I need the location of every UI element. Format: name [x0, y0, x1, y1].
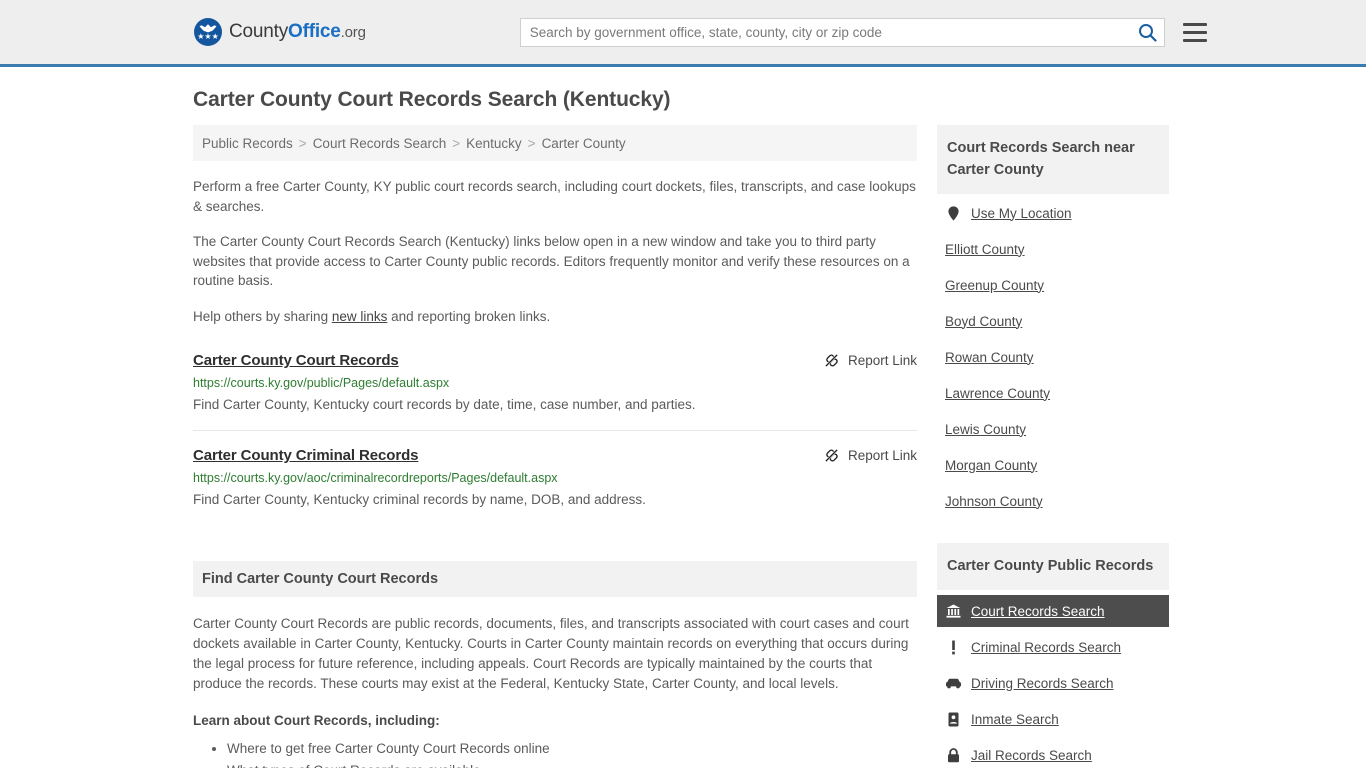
new-links-link[interactable]: new links [332, 309, 388, 324]
share-text-after: and reporting broken links. [387, 308, 551, 324]
sidebar-item-elliott-county[interactable]: Elliott County [937, 234, 1169, 264]
sidebar-item-label: Inmate Search [971, 711, 1059, 727]
sidebar-item-greenup-county[interactable]: Greenup County [937, 270, 1169, 300]
sidebar-item-morgan-county[interactable]: Morgan County [937, 450, 1169, 480]
sidebar-item-label: Greenup County [945, 277, 1045, 293]
broken-link-icon [824, 448, 839, 463]
record-link-url: https://courts.ky.gov/aoc/criminalrecord… [193, 471, 558, 485]
sidebar-item-use-my-location[interactable]: Use My Location [937, 198, 1169, 228]
hamburger-menu-icon[interactable] [1182, 22, 1207, 42]
record-link-entry: Carter County Court Records Report Link … [193, 352, 917, 431]
car-icon [945, 678, 962, 689]
nearby-county-list: Use My Location Elliott County Greenup C… [937, 194, 1169, 516]
sidebar-item-label: Lewis County [945, 421, 1027, 437]
sidebar-item-criminal-records-search[interactable]: Criminal Records Search [937, 631, 1169, 663]
sidebar-item-lewis-county[interactable]: Lewis County [937, 414, 1169, 444]
sidebar-item-driving-records-search[interactable]: Driving Records Search [937, 667, 1169, 699]
record-link-title[interactable]: Carter County Court Records [193, 352, 399, 369]
sidebar-item-label: Boyd County [945, 313, 1023, 329]
breadcrumb-item-public-records[interactable]: Public Records [202, 136, 293, 151]
list-item: Where to get free Carter County Court Re… [227, 738, 917, 760]
courthouse-icon [945, 604, 962, 618]
sidebar-item-label: Johnson County [945, 493, 1043, 509]
report-link-button[interactable]: Report Link [824, 353, 917, 368]
breadcrumb-separator: > [452, 135, 461, 151]
sidebar-item-lawrence-county[interactable]: Lawrence County [937, 378, 1169, 408]
record-link-entry: Carter County Criminal Records Report Li… [193, 447, 917, 525]
find-records-paragraph: Carter County Court Records are public r… [193, 616, 909, 691]
find-records-heading: Find Carter County Court Records [193, 561, 917, 597]
sidebar-item-label: Rowan County [945, 349, 1034, 365]
sidebar-item-label: Morgan County [945, 457, 1038, 473]
eagle-seal-icon: ★★★ [194, 18, 222, 46]
sidebar-item-boyd-county[interactable]: Boyd County [937, 306, 1169, 336]
site-header: ★★★ CountyOffice.org [0, 0, 1366, 67]
share-text-before: Help others by sharing [193, 308, 332, 324]
learn-about-list: Where to get free Carter County Court Re… [193, 738, 917, 768]
public-records-heading: Carter County Public Records [937, 543, 1169, 590]
page-body: Carter County Court Records Search (Kent… [0, 67, 1366, 768]
sidebar-item-label: Jail Records Search [971, 747, 1092, 763]
sidebar-item-rowan-county[interactable]: Rowan County [937, 342, 1169, 372]
hamburger-bar [1182, 30, 1207, 34]
breadcrumb: Public Records > Court Records Search > … [193, 125, 917, 161]
public-records-list: Court Records Search Criminal Records Se… [937, 590, 1169, 768]
sidebar-item-label: Criminal Records Search [971, 639, 1122, 655]
search-bar [519, 17, 1165, 47]
list-item: What types of Court Records are availabl… [227, 760, 917, 768]
brand-part-tld: .org [340, 24, 366, 41]
sidebar-item-jail-records-search[interactable]: Jail Records Search [937, 739, 1169, 768]
report-link-label: Report Link [847, 448, 917, 463]
sidebar-item-label: Driving Records Search [971, 675, 1114, 691]
sidebar-item-label: Use My Location [971, 205, 1072, 221]
breadcrumb-item-kentucky[interactable]: Kentucky [466, 136, 522, 151]
learn-about-heading: Learn about Court Records, including: [193, 713, 440, 728]
nearby-search-heading: Court Records Search near Carter County [937, 125, 1169, 194]
hamburger-bar [1182, 38, 1207, 42]
breadcrumb-item-carter-county[interactable]: Carter County [542, 136, 626, 151]
find-records-body: Carter County Court Records are public r… [193, 614, 917, 768]
id-card-icon [945, 712, 962, 727]
sidebar-item-label: Elliott County [945, 241, 1025, 257]
brand-part-office: Office [288, 21, 341, 42]
search-icon [1139, 24, 1157, 42]
sidebar-item-label: Court Records Search [971, 603, 1105, 619]
nearby-search-card: Court Records Search near Carter County … [937, 125, 1169, 516]
record-link-title[interactable]: Carter County Criminal Records [193, 447, 418, 464]
record-links-list: Carter County Court Records Report Link … [193, 352, 917, 525]
padlock-icon [945, 747, 962, 763]
report-link-button[interactable]: Report Link [824, 448, 917, 463]
stars-glyph: ★★★ [197, 32, 219, 41]
record-link-description: Find Carter County, Kentucky court recor… [193, 397, 696, 412]
public-records-card: Carter County Public Records Court Recor… [937, 543, 1169, 768]
map-pin-icon [945, 205, 962, 221]
page-title: Carter County Court Records Search (Kent… [193, 88, 671, 111]
sidebar: Court Records Search near Carter County … [937, 125, 1169, 768]
report-link-label: Report Link [847, 353, 917, 368]
brand-wordmark: CountyOffice.org [229, 21, 366, 43]
sidebar-item-court-records-search[interactable]: Court Records Search [937, 595, 1169, 627]
brand-part-county: County [229, 21, 289, 42]
breadcrumb-separator: > [527, 135, 536, 151]
hamburger-bar [1182, 22, 1207, 26]
sidebar-item-johnson-county[interactable]: Johnson County [937, 486, 1169, 516]
search-input[interactable] [519, 17, 1165, 47]
exclamation-icon [945, 640, 962, 655]
intro-paragraph-1: Perform a free Carter County, KY public … [193, 179, 916, 214]
intro-paragraph-3: Help others by sharing new links and rep… [193, 307, 917, 327]
search-button[interactable] [1136, 21, 1160, 45]
broken-link-icon [824, 353, 839, 368]
sidebar-item-label: Lawrence County [945, 385, 1051, 401]
breadcrumb-item-court-records-search[interactable]: Court Records Search [313, 136, 447, 151]
record-link-url: https://courts.ky.gov/public/Pages/defau… [193, 376, 450, 390]
sidebar-item-inmate-search[interactable]: Inmate Search [937, 703, 1169, 735]
main-column: Public Records > Court Records Search > … [193, 125, 917, 768]
breadcrumb-separator: > [298, 135, 307, 151]
record-link-description: Find Carter County, Kentucky criminal re… [193, 492, 646, 507]
site-logo-link[interactable]: ★★★ CountyOffice.org [194, 18, 366, 46]
intro-paragraph-2: The Carter County Court Records Search (… [193, 234, 910, 288]
